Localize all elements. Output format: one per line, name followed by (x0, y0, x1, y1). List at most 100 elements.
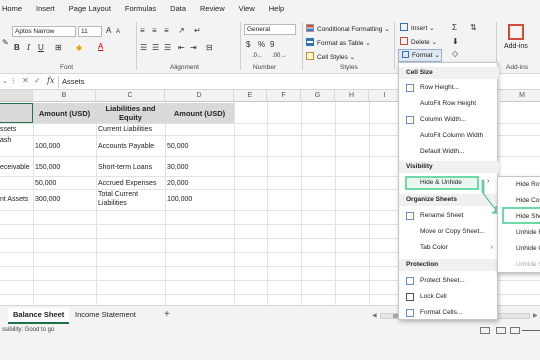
menu-item-lock-cell[interactable]: Lock Cell (399, 290, 499, 304)
font-name-box[interactable]: Aptos Narrow (12, 26, 76, 37)
cell-b-row2[interactable]: 100,000 (35, 142, 60, 151)
more-icon[interactable]: ⌄ ⋮ (2, 77, 17, 85)
tab-home[interactable]: Home (0, 0, 29, 18)
fill-color-icon[interactable]: ◆ (76, 43, 82, 53)
tab-view[interactable]: View (232, 0, 262, 18)
currency-icon[interactable]: $ (246, 40, 250, 50)
submenu-unhide-rows[interactable]: Unhide R (498, 225, 540, 241)
align-middle-icon[interactable]: ≡ (152, 26, 157, 36)
font-color-icon[interactable]: A (98, 42, 103, 52)
increase-decimal-icon[interactable]: .0← (252, 51, 263, 61)
column-header-g[interactable]: G (301, 90, 335, 102)
add-ins-icon[interactable] (508, 24, 524, 40)
cell-a-row5[interactable]: nt Assets (0, 195, 28, 204)
orientation-icon[interactable]: ↗ (178, 26, 185, 36)
column-header-h[interactable]: H (335, 90, 369, 102)
decrease-decimal-icon[interactable]: .00→ (272, 51, 286, 61)
enter-icon[interactable]: ✓ (34, 76, 41, 85)
cell-a-row1[interactable]: ssets (0, 125, 16, 134)
clear-icon[interactable]: ◇ (452, 49, 458, 59)
decrease-font-icon[interactable]: A (116, 27, 120, 37)
borders-icon[interactable]: ⊞ (55, 43, 62, 53)
column-header-i[interactable]: I (369, 90, 401, 102)
formula-input[interactable]: Assets (62, 77, 85, 86)
sort-filter-icon[interactable]: ⇅ (470, 23, 477, 33)
cell-c-row4[interactable]: Accrued Expenses (98, 179, 156, 188)
cell-b-row3[interactable]: 150,000 (35, 163, 60, 172)
insert-function-icon[interactable]: fx (47, 76, 54, 85)
increase-indent-icon[interactable]: ⇥ (190, 43, 197, 53)
header-cell-liabilities-equity[interactable]: Liabilities and Equity (96, 103, 165, 123)
scroll-right-icon[interactable]: ▶ (533, 312, 538, 319)
align-left-icon[interactable]: ☰ (140, 43, 147, 53)
cell-d-row3[interactable]: 30,000 (167, 163, 188, 172)
conditional-formatting-button[interactable]: Conditional Formatting ⌄ (306, 24, 390, 35)
column-header-e[interactable]: E (234, 90, 267, 102)
cell-d-row2[interactable]: 50,000 (167, 142, 188, 151)
cell-a-row3[interactable]: eceivable (0, 163, 30, 172)
menu-item-tab-color[interactable]: Tab Color › (399, 241, 499, 255)
submenu-unhide-columns[interactable]: Unhide C (498, 241, 540, 257)
decrease-indent-icon[interactable]: ⇤ (178, 43, 185, 53)
accessibility-status[interactable]: ssibility: Good to go (2, 327, 54, 333)
fill-icon[interactable]: ⬇ (452, 37, 459, 47)
tab-review[interactable]: Review (193, 0, 232, 18)
column-header-d[interactable]: D (165, 90, 234, 102)
menu-item-row-height[interactable]: Row Height... (399, 81, 499, 95)
percent-icon[interactable]: % (258, 40, 265, 50)
column-header-f[interactable]: F (267, 90, 301, 102)
zoom-slider[interactable] (522, 330, 540, 331)
tab-formulas[interactable]: Formulas (118, 0, 163, 18)
font-size-box[interactable]: 11 (78, 26, 102, 37)
number-format-box[interactable]: General (244, 24, 296, 35)
menu-item-autofit-column-width[interactable]: AutoFit Column Width (399, 129, 499, 143)
menu-item-autofit-row-height[interactable]: AutoFit Row Height (399, 97, 499, 111)
menu-item-column-width[interactable]: Column Width... (399, 113, 499, 127)
page-break-view-icon[interactable] (510, 327, 520, 334)
cell-c-row3[interactable]: Short-term Loans (98, 163, 152, 172)
menu-item-default-width[interactable]: Default Width... (399, 145, 499, 159)
column-header-m[interactable]: M (500, 90, 540, 102)
tab-insert[interactable]: Insert (29, 0, 62, 18)
cell-d-row5[interactable]: 100,000 (167, 195, 192, 204)
normal-view-icon[interactable] (480, 327, 490, 334)
sheet-tab-balance-sheet[interactable]: Balance Sheet (8, 308, 70, 324)
menu-item-hide-unhide[interactable]: Hide & Unhide (405, 176, 479, 190)
cell-d-row4[interactable]: 20,000 (167, 179, 188, 188)
wrap-text-icon[interactable]: ↵ (194, 26, 201, 36)
increase-font-icon[interactable]: A (106, 26, 111, 36)
align-center-icon[interactable]: ☰ (152, 43, 159, 53)
sum-icon[interactable]: Σ (452, 23, 457, 33)
column-header-c[interactable]: C (96, 90, 165, 102)
underline-icon[interactable]: U (38, 43, 44, 53)
add-sheet-button[interactable]: + (164, 308, 170, 322)
format-as-table-button[interactable]: Format as Table ⌄ (306, 38, 371, 49)
align-right-icon[interactable]: ☰ (164, 43, 171, 53)
cell-c-row5[interactable]: Total Current Liabilities (98, 190, 164, 208)
align-bottom-icon[interactable]: ≡ (164, 26, 169, 36)
header-cell-amount-liabilities[interactable]: Amount (USD) (165, 103, 234, 123)
menu-item-move-copy-sheet[interactable]: Move or Copy Sheet... (399, 225, 499, 239)
merge-center-icon[interactable]: ⊟ (206, 43, 213, 53)
cell-c-row2[interactable]: Accounts Payable (98, 142, 154, 151)
cancel-icon[interactable]: ✕ (22, 76, 29, 85)
cell-styles-button[interactable]: Cell Styles ⌄ (306, 52, 355, 63)
menu-item-protect-sheet[interactable]: Protect Sheet... (399, 274, 499, 288)
page-layout-view-icon[interactable] (496, 327, 506, 334)
format-button[interactable]: Format ⌄ (398, 49, 442, 62)
column-header-a[interactable] (0, 90, 33, 102)
cell-b-row4[interactable]: 50,000 (35, 179, 56, 188)
align-top-icon[interactable]: ≡ (140, 26, 145, 36)
tab-help[interactable]: Help (262, 0, 291, 18)
italic-icon[interactable]: I (27, 43, 30, 53)
header-cell-amount-assets[interactable]: Amount (USD) (33, 103, 96, 123)
menu-item-format-cells[interactable]: Format Cells... (399, 306, 499, 320)
format-painter-icon[interactable]: ✎ (2, 38, 9, 48)
tab-data[interactable]: Data (163, 0, 193, 18)
sheet-tab-income-statement[interactable]: Income Statement (70, 308, 141, 322)
add-ins-button-label[interactable]: Add-ins (504, 42, 528, 52)
cell-b-row5[interactable]: 300,000 (35, 195, 60, 204)
column-header-b[interactable]: B (33, 90, 96, 102)
insert-cells-button[interactable]: Insert ⌄ (400, 23, 435, 34)
tab-page-layout[interactable]: Page Layout (62, 0, 118, 18)
